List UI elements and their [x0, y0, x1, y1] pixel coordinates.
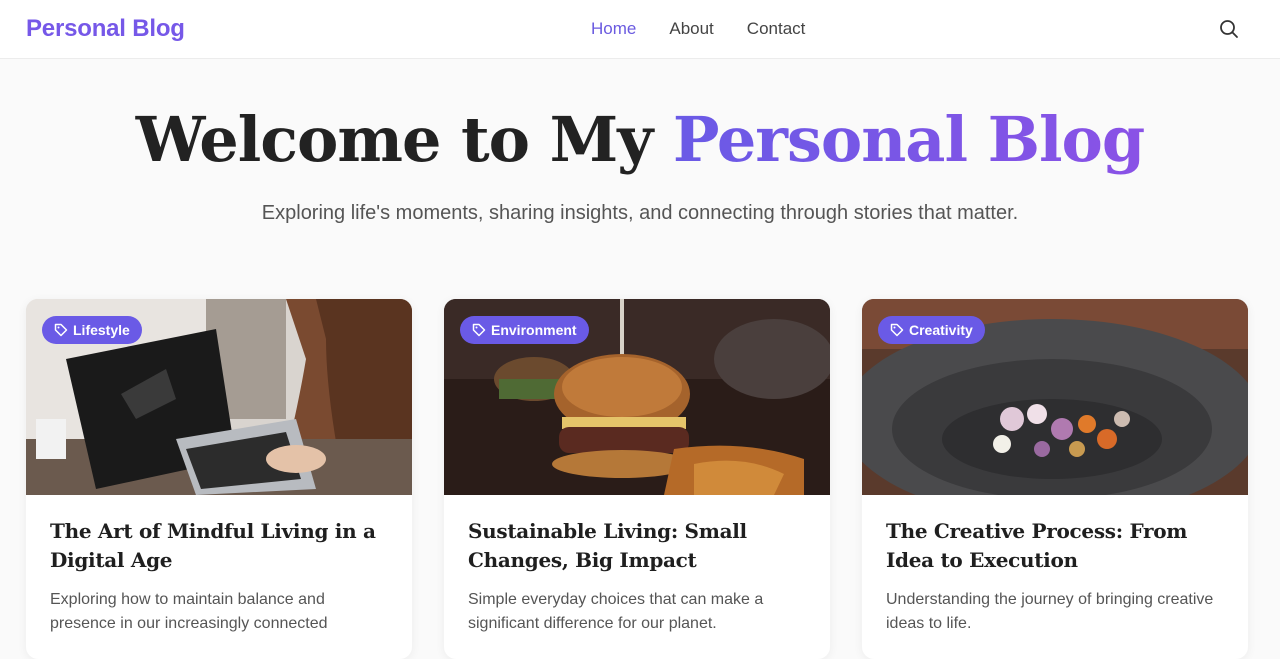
search-button[interactable]: [1216, 16, 1242, 42]
burger-photo[interactable]: Environment: [444, 299, 830, 495]
tag-icon: [890, 323, 904, 337]
search-icon: [1220, 20, 1238, 38]
post-title[interactable]: Sustainable Living: Small Changes, Big I…: [468, 517, 806, 575]
hero-section: Welcome to My Personal Blog Exploring li…: [0, 59, 1280, 228]
hero-title-start: Welcome to My: [135, 103, 673, 176]
laptop-woman-photo[interactable]: Lifestyle: [26, 299, 412, 495]
hero-subtitle: Exploring life's moments, sharing insigh…: [261, 202, 1019, 224]
tag-label: Creativity: [909, 322, 973, 338]
post-title[interactable]: The Creative Process: From Idea to Execu…: [886, 517, 1224, 575]
tag-label: Lifestyle: [73, 322, 130, 338]
card-body: The Art of Mindful Living in a Digital A…: [26, 495, 412, 636]
tag-creativity[interactable]: Creativity: [878, 316, 985, 344]
nav-about[interactable]: About: [669, 19, 713, 39]
card-body: Sustainable Living: Small Changes, Big I…: [444, 495, 830, 636]
card-body: The Creative Process: From Idea to Execu…: [862, 495, 1248, 636]
post-excerpt: Simple everyday choices that can make a …: [468, 591, 764, 632]
hero-title: Welcome to My Personal Blog: [0, 103, 1280, 177]
post-card[interactable]: Environment Sustainable Living: Small Ch…: [444, 299, 830, 659]
tag-environment[interactable]: Environment: [460, 316, 589, 344]
post-card[interactable]: Lifestyle The Art of Mindful Living in a…: [26, 299, 412, 659]
main-nav: Home About Contact: [591, 0, 805, 58]
tag-lifestyle[interactable]: Lifestyle: [42, 316, 142, 344]
brand-logo[interactable]: Personal Blog: [26, 15, 185, 43]
nav-contact[interactable]: Contact: [747, 19, 806, 39]
mortar-bowl-photo[interactable]: Creativity: [862, 299, 1248, 495]
post-grid: Lifestyle The Art of Mindful Living in a…: [26, 299, 1248, 659]
tag-label: Environment: [491, 322, 577, 338]
post-title[interactable]: The Art of Mindful Living in a Digital A…: [50, 517, 388, 575]
post-excerpt: Understanding the journey of bringing cr…: [886, 591, 1214, 632]
post-excerpt: Exploring how to maintain balance and pr…: [50, 591, 328, 632]
nav-home[interactable]: Home: [591, 19, 636, 39]
site-header: Personal Blog Home About Contact: [0, 0, 1280, 59]
hero-title-accent: Personal Blog: [672, 103, 1145, 176]
post-card[interactable]: Creativity The Creative Process: From Id…: [862, 299, 1248, 659]
tag-icon: [54, 323, 68, 337]
tag-icon: [472, 323, 486, 337]
